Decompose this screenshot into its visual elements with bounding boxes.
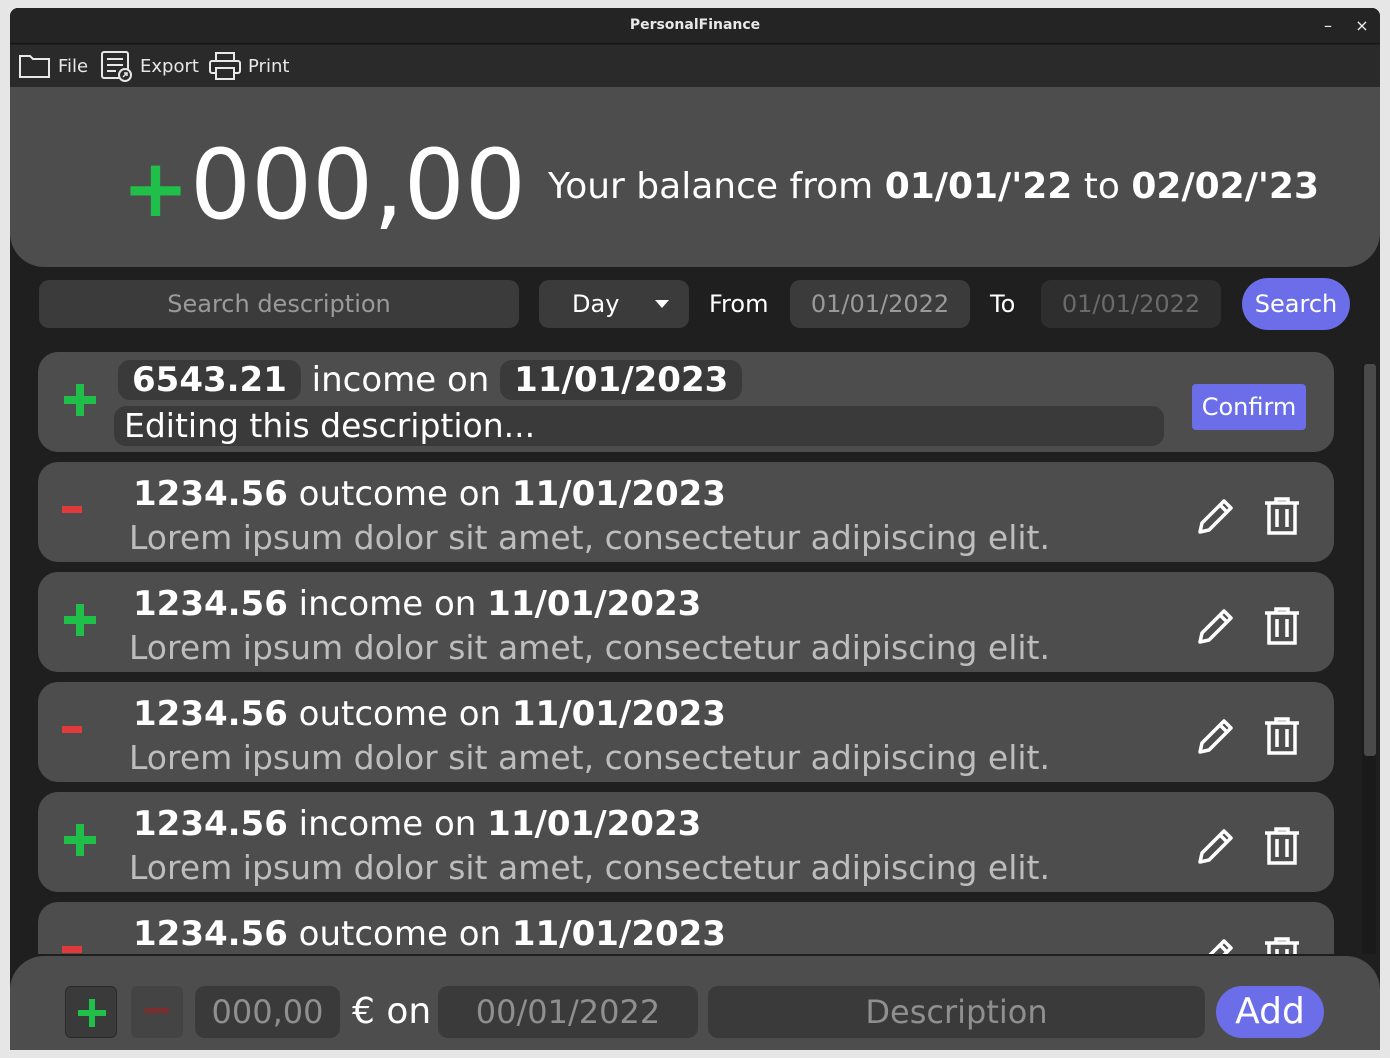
period-select[interactable]: Day (539, 280, 689, 328)
transaction-type: income on (298, 584, 477, 624)
transaction-amount: 1234.56 (133, 914, 288, 954)
transaction-type: income on (298, 804, 477, 844)
plus-icon (64, 824, 96, 856)
transaction-date: 11/01/2023 (511, 694, 726, 734)
balance-to-date: 02/02/'23 (1131, 166, 1319, 207)
file-menu[interactable]: File (18, 51, 88, 81)
income-toggle-button[interactable] (65, 986, 117, 1038)
add-button[interactable]: Add (1216, 986, 1324, 1038)
transaction-type: outcome on (298, 694, 502, 734)
export-menu[interactable]: Export (100, 51, 199, 82)
outcome-toggle-button[interactable] (131, 986, 183, 1038)
transaction-row: 1234.56 outcome on 11/01/2023 Lorem ipsu… (38, 462, 1334, 562)
date-input[interactable]: 00/01/2022 (438, 986, 698, 1038)
editing-type: income on (311, 360, 490, 400)
balance-amount: 000,00 (190, 129, 526, 241)
transaction-type: outcome on (298, 914, 502, 954)
search-input[interactable]: Search description (39, 280, 519, 328)
transaction-date: 11/01/2023 (511, 474, 726, 514)
transaction-list: 6543.21 income on 11/01/2023 Editing thi… (38, 352, 1334, 954)
print-menu-label: Print (248, 55, 290, 77)
transaction-header: 1234.56 outcome on 11/01/2023 (133, 912, 726, 954)
transaction-header: 1234.56 outcome on 11/01/2023 (133, 472, 726, 516)
confirm-button[interactable]: Confirm (1192, 384, 1306, 430)
minimize-button[interactable]: – (1316, 14, 1340, 38)
editing-description-input[interactable]: Editing this description... (114, 406, 1164, 446)
minus-icon (62, 726, 82, 733)
chevron-down-icon (655, 300, 669, 308)
transaction-header: 1234.56 outcome on 11/01/2023 (133, 692, 726, 736)
menu-bar: File Export Print (10, 45, 1380, 87)
transaction-type: outcome on (298, 474, 502, 514)
description-input[interactable]: Description (708, 986, 1205, 1038)
from-label: From (709, 290, 769, 318)
balance-period: Your balance from 01/01/'22 to 02/02/'23 (548, 165, 1319, 209)
transaction-row: 1234.56 outcome on 11/01/2023 Lorem ipsu… (38, 682, 1334, 782)
search-button[interactable]: Search (1242, 278, 1350, 330)
balance-header: + 000,00 Your balance from 01/01/'22 to … (10, 87, 1380, 267)
add-transaction-bar: 000,00 € on 00/01/2022 Description Add (10, 956, 1380, 1050)
trash-icon[interactable] (1260, 824, 1304, 868)
trash-icon[interactable] (1260, 494, 1304, 538)
transaction-row: 1234.56 income on 11/01/2023 Lorem ipsum… (38, 792, 1334, 892)
plus-icon (64, 604, 96, 636)
from-date-input[interactable]: 01/01/2022 (790, 280, 970, 328)
editing-row: 6543.21 income on 11/01/2023 Editing thi… (38, 352, 1334, 452)
amount-input[interactable]: 000,00 (195, 986, 340, 1038)
pencil-icon[interactable] (1192, 714, 1236, 758)
file-menu-label: File (58, 55, 89, 77)
print-menu[interactable]: Print (208, 51, 289, 81)
pencil-icon[interactable] (1192, 824, 1236, 868)
export-menu-label: Export (140, 55, 199, 77)
trash-icon[interactable] (1260, 714, 1304, 758)
transaction-row: 1234.56 income on 11/01/2023 Lorem ipsum… (38, 572, 1334, 672)
balance-from-date: 01/01/'22 (884, 166, 1073, 207)
transaction-description: Lorem ipsum dolor sit amet, consectetur … (129, 738, 1050, 777)
window-title: PersonalFinance (629, 17, 761, 33)
transaction-amount: 1234.56 (133, 694, 288, 734)
close-button[interactable]: × (1350, 14, 1374, 38)
minus-icon (145, 1008, 169, 1013)
transaction-header: 1234.56 income on 11/01/2023 (133, 582, 701, 626)
transaction-amount: 1234.56 (133, 804, 288, 844)
minus-icon (62, 506, 82, 513)
transaction-header: 1234.56 income on 11/01/2023 (133, 802, 701, 846)
transaction-description: Lorem ipsum dolor sit amet, consectetur … (129, 518, 1050, 557)
transaction-description: Lorem ipsum dolor sit amet, consectetur … (129, 628, 1050, 667)
title-bar: PersonalFinance – × (10, 8, 1380, 44)
folder-icon (19, 55, 50, 78)
export-icon (101, 51, 132, 82)
printer-icon (209, 52, 241, 80)
pencil-icon[interactable] (1192, 934, 1236, 954)
pencil-icon[interactable] (1192, 604, 1236, 648)
balance-sign: + (122, 142, 190, 235)
to-label: To (990, 290, 1016, 318)
period-value: Day (572, 290, 620, 318)
currency-on-label: € on (352, 991, 432, 1032)
transaction-date: 11/01/2023 (487, 804, 702, 844)
balance-text-prefix: Your balance from (548, 166, 874, 207)
editing-date[interactable]: 11/01/2023 (500, 360, 743, 400)
scrollbar-thumb[interactable] (1364, 364, 1376, 756)
app-window: PersonalFinance – × File Export Print + … (10, 8, 1380, 1050)
transaction-row: 1234.56 outcome on 11/01/2023 (38, 902, 1334, 954)
editing-amount[interactable]: 6543.21 (118, 360, 301, 400)
plus-icon (78, 999, 106, 1027)
transaction-date: 11/01/2023 (487, 584, 702, 624)
pencil-icon[interactable] (1192, 494, 1236, 538)
transaction-date: 11/01/2023 (511, 914, 726, 954)
transaction-amount: 1234.56 (133, 474, 288, 514)
to-date-input[interactable]: 01/01/2022 (1041, 280, 1221, 328)
transaction-amount: 1234.56 (133, 584, 288, 624)
editing-header: 6543.21 income on 11/01/2023 (118, 360, 743, 400)
minus-icon (62, 946, 82, 953)
balance-text-to: to (1083, 166, 1120, 207)
plus-icon (64, 384, 96, 416)
trash-icon[interactable] (1260, 934, 1304, 954)
trash-icon[interactable] (1260, 604, 1304, 648)
transaction-description: Lorem ipsum dolor sit amet, consectetur … (129, 848, 1050, 887)
